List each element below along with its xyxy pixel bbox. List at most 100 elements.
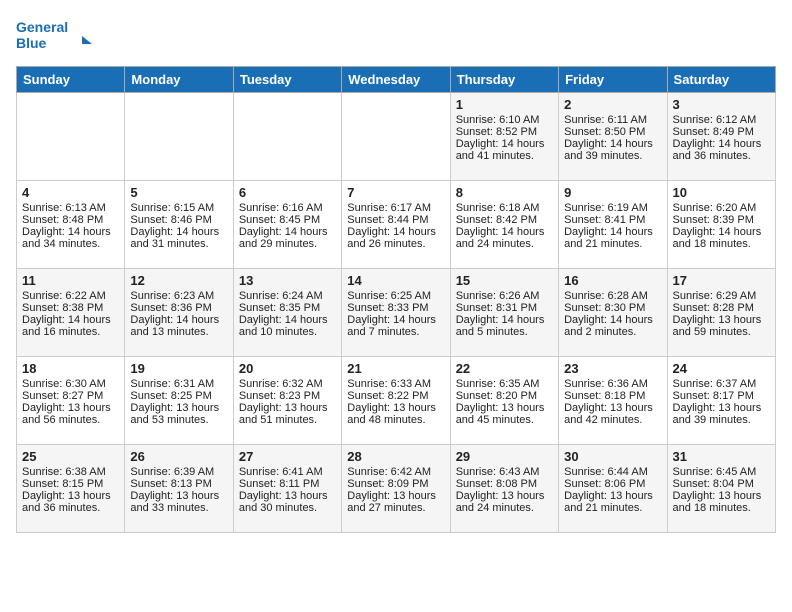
sunset-text: Sunset: 8:46 PM xyxy=(130,214,227,226)
sunset-text: Sunset: 8:41 PM xyxy=(564,214,661,226)
day-number: 19 xyxy=(130,361,227,376)
calendar-cell: 31Sunrise: 6:45 AMSunset: 8:04 PMDayligh… xyxy=(667,445,775,533)
sunrise-text: Sunrise: 6:24 AM xyxy=(239,290,336,302)
sunset-text: Sunset: 8:44 PM xyxy=(347,214,444,226)
calendar-cell: 6Sunrise: 6:16 AMSunset: 8:45 PMDaylight… xyxy=(233,181,341,269)
sunrise-text: Sunrise: 6:32 AM xyxy=(239,378,336,390)
day-number: 14 xyxy=(347,273,444,288)
daylight-text: Daylight: 14 hours and 31 minutes. xyxy=(130,226,227,250)
day-of-week-header: Friday xyxy=(559,67,667,93)
sunrise-text: Sunrise: 6:17 AM xyxy=(347,202,444,214)
calendar-week-row: 4Sunrise: 6:13 AMSunset: 8:48 PMDaylight… xyxy=(17,181,776,269)
sunset-text: Sunset: 8:31 PM xyxy=(456,302,553,314)
sunset-text: Sunset: 8:17 PM xyxy=(673,390,770,402)
day-number: 21 xyxy=(347,361,444,376)
sunset-text: Sunset: 8:18 PM xyxy=(564,390,661,402)
sunset-text: Sunset: 8:52 PM xyxy=(456,126,553,138)
day-number: 23 xyxy=(564,361,661,376)
sunrise-text: Sunrise: 6:44 AM xyxy=(564,466,661,478)
calendar-cell xyxy=(125,93,233,181)
calendar-cell: 5Sunrise: 6:15 AMSunset: 8:46 PMDaylight… xyxy=(125,181,233,269)
calendar-cell xyxy=(342,93,450,181)
day-of-week-header: Wednesday xyxy=(342,67,450,93)
daylight-text: Daylight: 13 hours and 51 minutes. xyxy=(239,402,336,426)
day-of-week-header: Sunday xyxy=(17,67,125,93)
calendar-cell: 16Sunrise: 6:28 AMSunset: 8:30 PMDayligh… xyxy=(559,269,667,357)
daylight-text: Daylight: 14 hours and 13 minutes. xyxy=(130,314,227,338)
calendar-cell: 22Sunrise: 6:35 AMSunset: 8:20 PMDayligh… xyxy=(450,357,558,445)
day-number: 2 xyxy=(564,97,661,112)
daylight-text: Daylight: 13 hours and 18 minutes. xyxy=(673,490,770,514)
sunrise-text: Sunrise: 6:35 AM xyxy=(456,378,553,390)
sunrise-text: Sunrise: 6:19 AM xyxy=(564,202,661,214)
daylight-text: Daylight: 13 hours and 24 minutes. xyxy=(456,490,553,514)
sunset-text: Sunset: 8:23 PM xyxy=(239,390,336,402)
calendar-cell: 7 Sunrise: 6:17 AMSunset: 8:44 PMDaylight… xyxy=(342,181,450,269)
day-number: 16 xyxy=(564,273,661,288)
daylight-text: Daylight: 14 hours and 5 minutes. xyxy=(456,314,553,338)
calendar-week-row: 18Sunrise: 6:30 AMSunset: 8:27 PMDayligh… xyxy=(17,357,776,445)
daylight-text: Daylight: 13 hours and 27 minutes. xyxy=(347,490,444,514)
sunset-text: Sunset: 8:04 PM xyxy=(673,478,770,490)
day-number: 10 xyxy=(673,185,770,200)
daylight-text: Daylight: 14 hours and 29 minutes. xyxy=(239,226,336,250)
sunrise-text: Sunrise: 6:30 AM xyxy=(22,378,119,390)
day-number: 30 xyxy=(564,449,661,464)
day-number: 26 xyxy=(130,449,227,464)
sunrise-text: Sunrise: 6:12 AM xyxy=(673,114,770,126)
sunrise-text: Sunrise: 6:22 AM xyxy=(22,290,119,302)
calendar-week-row: 1Sunrise: 6:10 AMSunset: 8:52 PMDaylight… xyxy=(17,93,776,181)
daylight-text: Daylight: 13 hours and 45 minutes. xyxy=(456,402,553,426)
calendar-week-row: 11Sunrise: 6:22 AMSunset: 8:38 PMDayligh… xyxy=(17,269,776,357)
calendar-cell: 15Sunrise: 6:26 AMSunset: 8:31 PMDayligh… xyxy=(450,269,558,357)
daylight-text: Daylight: 14 hours and 21 minutes. xyxy=(564,226,661,250)
day-number: 7 xyxy=(347,185,444,200)
calendar-cell: 2Sunrise: 6:11 AMSunset: 8:50 PMDaylight… xyxy=(559,93,667,181)
calendar-cell: 19Sunrise: 6:31 AMSunset: 8:25 PMDayligh… xyxy=(125,357,233,445)
sunset-text: Sunset: 8:39 PM xyxy=(673,214,770,226)
daylight-text: Daylight: 13 hours and 59 minutes. xyxy=(673,314,770,338)
sunset-text: Sunset: 8:13 PM xyxy=(130,478,227,490)
daylight-text: Daylight: 13 hours and 30 minutes. xyxy=(239,490,336,514)
sunset-text: Sunset: 8:36 PM xyxy=(130,302,227,314)
sunrise-text: Sunrise: 6:10 AM xyxy=(456,114,553,126)
calendar-cell: 14Sunrise: 6:25 AMSunset: 8:33 PMDayligh… xyxy=(342,269,450,357)
day-number: 27 xyxy=(239,449,336,464)
daylight-text: Daylight: 14 hours and 10 minutes. xyxy=(239,314,336,338)
daylight-text: Daylight: 13 hours and 42 minutes. xyxy=(564,402,661,426)
day-number: 22 xyxy=(456,361,553,376)
sunset-text: Sunset: 8:08 PM xyxy=(456,478,553,490)
sunrise-text: Sunrise: 6:26 AM xyxy=(456,290,553,302)
day-number: 29 xyxy=(456,449,553,464)
day-number: 25 xyxy=(22,449,119,464)
day-number: 28 xyxy=(347,449,444,464)
calendar-cell: 17Sunrise: 6:29 AMSunset: 8:28 PMDayligh… xyxy=(667,269,775,357)
calendar-cell: 12 Sunrise: 6:23 AMSunset: 8:36 PMDayligh… xyxy=(125,269,233,357)
sunrise-text: Sunrise: 6:25 AM xyxy=(347,290,444,302)
calendar-cell: 21Sunrise: 6:33 AMSunset: 8:22 PMDayligh… xyxy=(342,357,450,445)
day-number: 3 xyxy=(673,97,770,112)
daylight-text: Daylight: 14 hours and 26 minutes. xyxy=(347,226,444,250)
calendar-cell: 30Sunrise: 6:44 AMSunset: 8:06 PMDayligh… xyxy=(559,445,667,533)
sunrise-text: Sunrise: 6:31 AM xyxy=(130,378,227,390)
daylight-text: Daylight: 14 hours and 16 minutes. xyxy=(22,314,119,338)
sunset-text: Sunset: 8:49 PM xyxy=(673,126,770,138)
day-of-week-header: Thursday xyxy=(450,67,558,93)
day-number: 1 xyxy=(456,97,553,112)
daylight-text: Daylight: 14 hours and 2 minutes. xyxy=(564,314,661,338)
sunrise-text: Sunrise: 6:33 AM xyxy=(347,378,444,390)
day-number: 12 xyxy=(130,273,227,288)
sunset-text: Sunset: 8:15 PM xyxy=(22,478,119,490)
daylight-text: Daylight: 14 hours and 34 minutes. xyxy=(22,226,119,250)
day-number: 24 xyxy=(673,361,770,376)
logo: General Blue xyxy=(16,16,96,56)
sunrise-text: Sunrise: 6:23 AM xyxy=(130,290,227,302)
logo-svg: General Blue xyxy=(16,16,96,56)
sunrise-text: Sunrise: 6:29 AM xyxy=(673,290,770,302)
day-number: 9 xyxy=(564,185,661,200)
day-number: 4 xyxy=(22,185,119,200)
calendar-cell: 20Sunrise: 6:32 AMSunset: 8:23 PMDayligh… xyxy=(233,357,341,445)
sunset-text: Sunset: 8:11 PM xyxy=(239,478,336,490)
daylight-text: Daylight: 13 hours and 21 minutes. xyxy=(564,490,661,514)
sunrise-text: Sunrise: 6:13 AM xyxy=(22,202,119,214)
